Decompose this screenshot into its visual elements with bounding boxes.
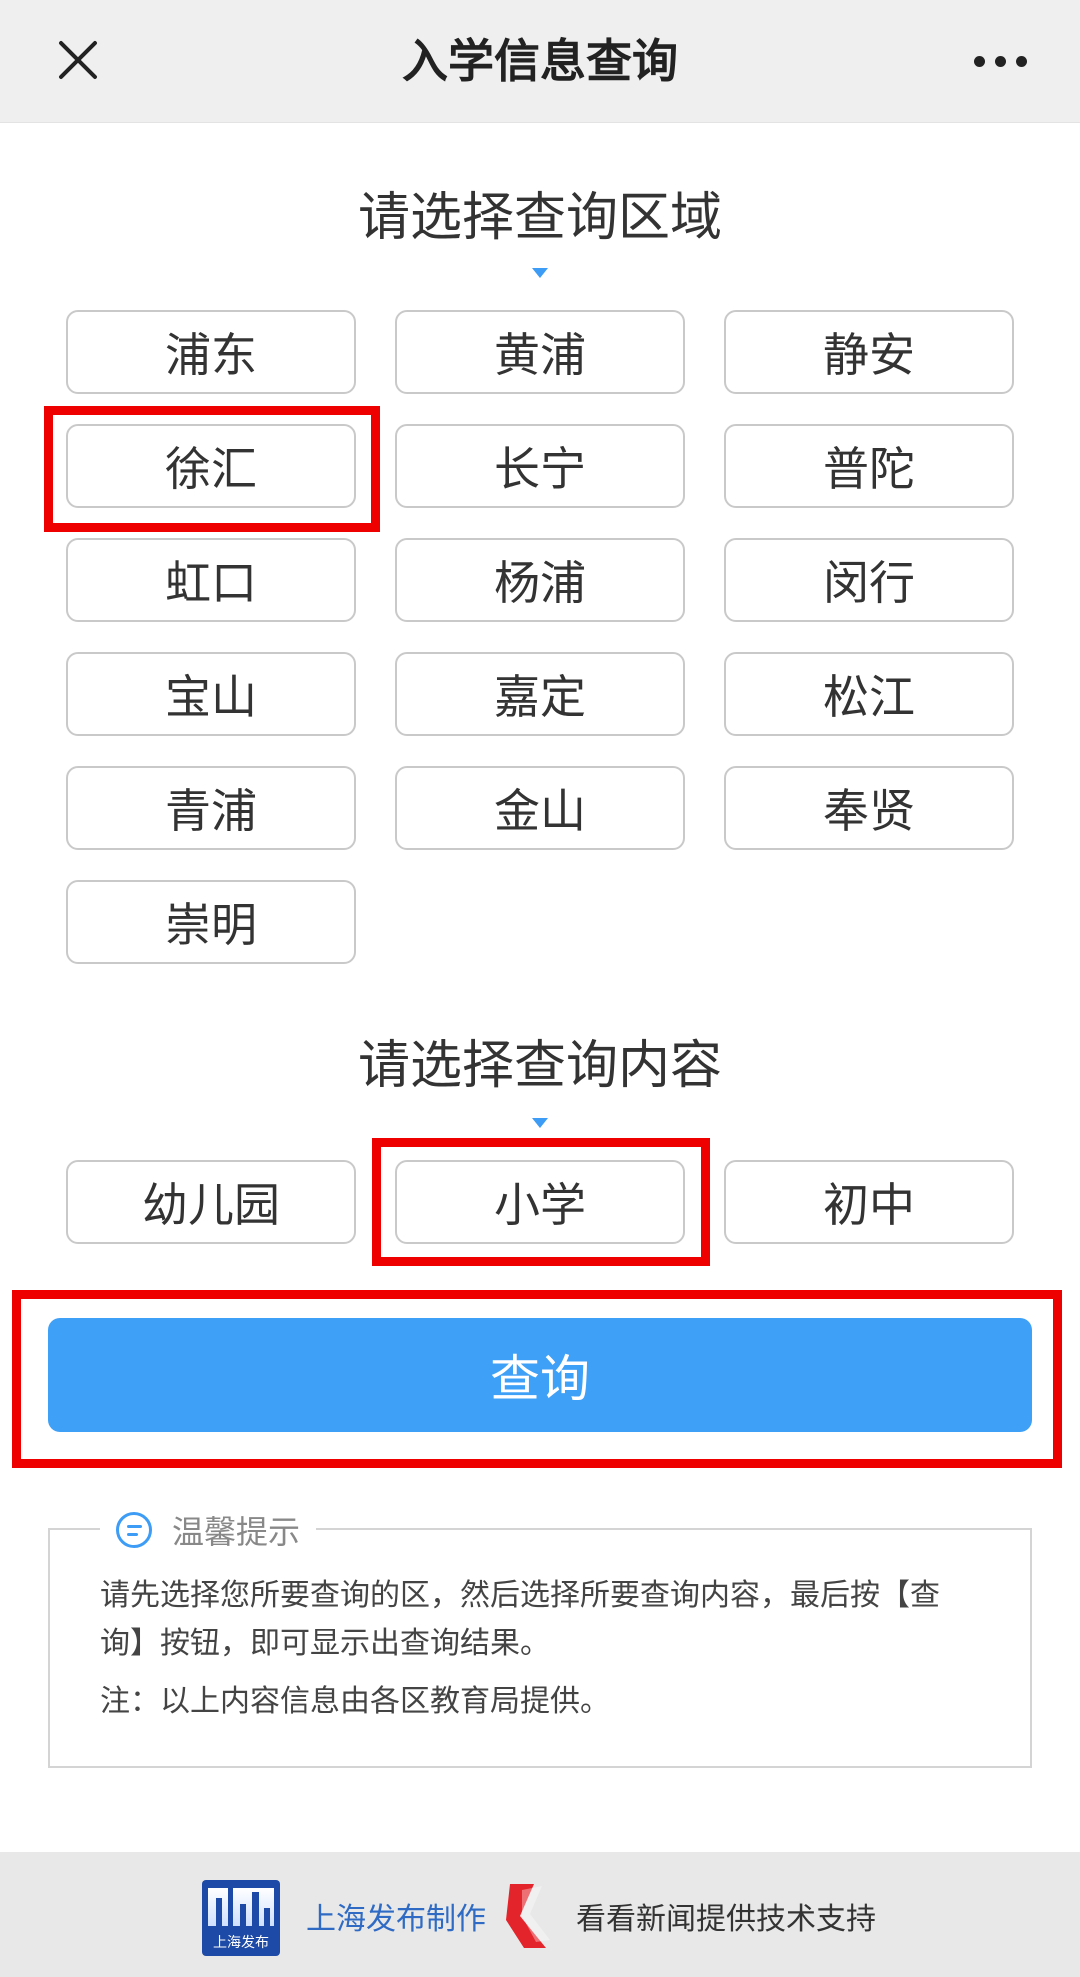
district-section-caret-icon <box>532 268 548 278</box>
district-option[interactable]: 黄浦 <box>395 310 685 394</box>
district-option[interactable]: 虹口 <box>66 538 356 622</box>
district-option[interactable]: 青浦 <box>66 766 356 850</box>
district-option[interactable]: 崇明 <box>66 880 356 964</box>
kankan-news-logo <box>506 1884 550 1948</box>
content-option[interactable]: 初中 <box>724 1160 1014 1244</box>
message-icon <box>116 1512 152 1548</box>
tips-header: 温馨提示 <box>100 1508 317 1552</box>
district-option[interactable]: 静安 <box>724 310 1014 394</box>
footer-credit-left: 上海发布制作 <box>306 1902 486 1937</box>
district-option-selected[interactable]: 徐汇 <box>66 424 356 508</box>
close-icon[interactable] <box>50 32 106 88</box>
district-option[interactable]: 普陀 <box>724 424 1014 508</box>
title-bar: 入学信息查询 <box>0 0 1080 123</box>
district-option[interactable]: 长宁 <box>395 424 685 508</box>
tips-title: 温馨提示 <box>172 1513 301 1551</box>
more-dots-icon[interactable] <box>974 56 1028 68</box>
district-option[interactable]: 奉贤 <box>724 766 1014 850</box>
district-option[interactable]: 宝山 <box>66 652 356 736</box>
district-option[interactable]: 闵行 <box>724 538 1014 622</box>
district-options-grid: 浦东 黄浦 静安 徐汇 长宁 普陀 虹口 杨浦 闵行 宝山 嘉定 松江 青浦 金… <box>66 310 1014 964</box>
tips-box: 温馨提示 请先选择您所要查询的区，然后选择所要查询内容，最后按【查询】按钮，即可… <box>48 1508 1032 1768</box>
district-section-title: 请选择查询区域 <box>357 188 722 248</box>
footer: 上海发布 上海发布制作 看看新闻提供技术支持 <box>0 1852 1080 1977</box>
tips-text: 请先选择您所要查询的区，然后选择所要查询内容，最后按【查询】按钮，即可显示出查询… <box>100 1578 940 1661</box>
district-option[interactable]: 浦东 <box>66 310 356 394</box>
district-option[interactable]: 松江 <box>724 652 1014 736</box>
content-option[interactable]: 幼儿园 <box>66 1160 356 1244</box>
content-option-selected[interactable]: 小学 <box>395 1160 685 1244</box>
tips-note: 注：以上内容信息由各区教育局提供。 <box>100 1684 610 1719</box>
content-section-title: 请选择查询内容 <box>357 1036 722 1096</box>
query-button[interactable]: 查询 <box>48 1318 1032 1432</box>
page-title: 入学信息查询 <box>402 34 678 88</box>
district-option[interactable]: 嘉定 <box>395 652 685 736</box>
content-section-caret-icon <box>532 1118 548 1128</box>
content-options-grid: 幼儿园 小学 初中 <box>66 1160 1014 1244</box>
district-option[interactable]: 金山 <box>395 766 685 850</box>
shanghai-release-logo: 上海发布 <box>202 1880 280 1956</box>
district-option[interactable]: 杨浦 <box>395 538 685 622</box>
footer-credit-right: 看看新闻提供技术支持 <box>576 1902 876 1937</box>
